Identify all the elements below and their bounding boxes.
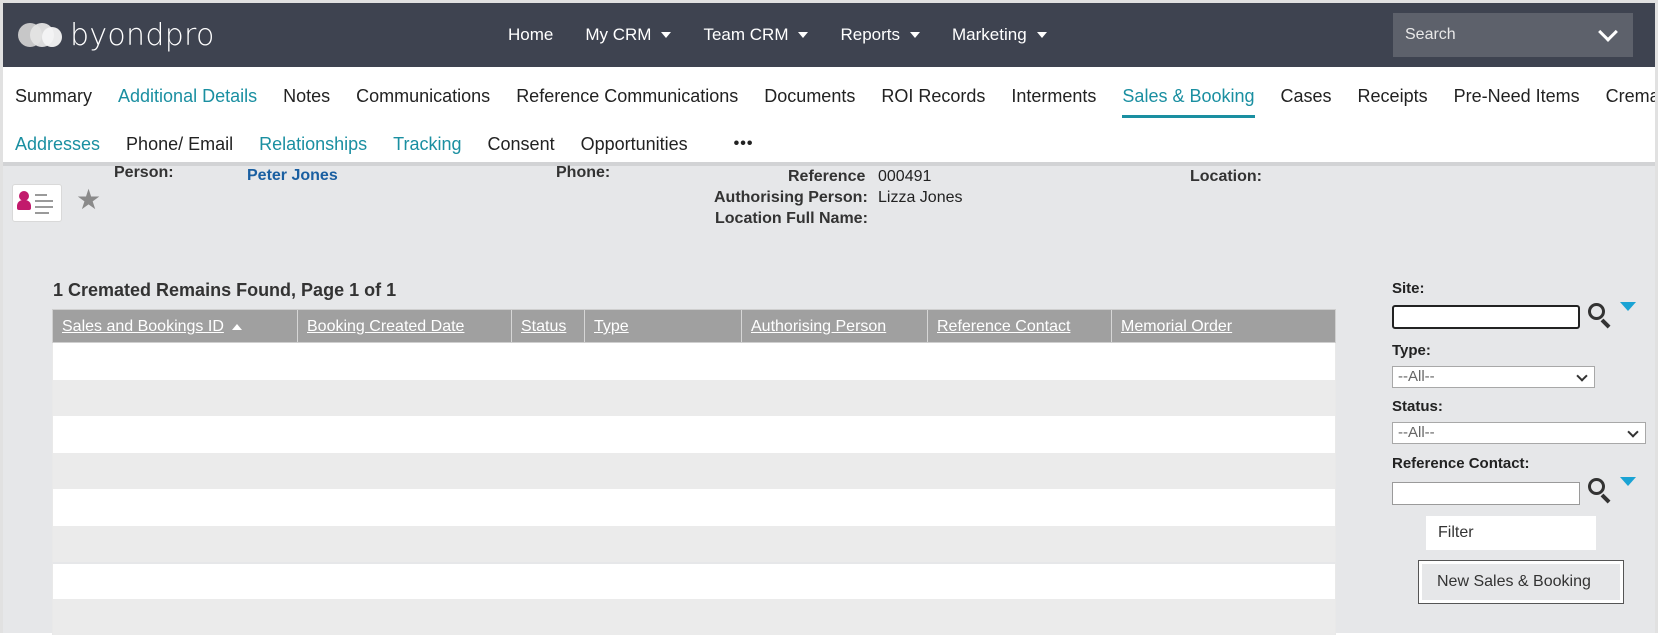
tab-roi-records[interactable]: ROI Records (881, 76, 985, 116)
col-status[interactable]: Status (512, 310, 585, 342)
table-row (52, 489, 1336, 526)
tab-summary[interactable]: Summary (15, 76, 92, 116)
table-row (52, 416, 1336, 453)
sort-ascending-icon (232, 324, 242, 330)
col-type[interactable]: Type (585, 310, 742, 342)
person-link[interactable]: Peter Jones (247, 167, 338, 185)
tab-cases[interactable]: Cases (1281, 76, 1332, 116)
tab-reference-communications[interactable]: Reference Communications (516, 76, 738, 116)
type-select[interactable]: --All-- (1392, 366, 1595, 388)
chevron-down-icon[interactable] (1598, 22, 1618, 42)
caret-down-icon (1037, 32, 1047, 38)
new-sales-booking-button[interactable]: New Sales & Booking (1418, 560, 1624, 604)
tab-communications[interactable]: Communications (356, 76, 490, 116)
table-row (52, 526, 1336, 563)
site-search-icon[interactable] (1588, 303, 1614, 329)
reference-contact-search-icon[interactable] (1588, 478, 1614, 504)
site-dropdown-icon[interactable] (1620, 302, 1636, 311)
person-label: Person: (114, 164, 174, 182)
main-nav: Home My CRM Team CRM Reports Marketing (508, 3, 1079, 67)
location-full-name-label: Location Full Name: (715, 210, 868, 228)
col-authorising-person[interactable]: Authorising Person (742, 310, 928, 342)
status-select-value: --All-- (1398, 424, 1435, 441)
caret-down-icon (798, 32, 808, 38)
tab-tracking[interactable]: Tracking (393, 124, 461, 164)
results-summary: 1 Cremated Remains Found, Page 1 of 1 (53, 280, 396, 301)
tab-cremated-remains[interactable]: Cremated Remains (1606, 76, 1655, 116)
filter-button[interactable]: Filter (1426, 516, 1596, 550)
tab-opportunities[interactable]: Opportunities (581, 124, 688, 164)
tab-additional-details[interactable]: Additional Details (118, 76, 257, 116)
col-sales-bookings-id[interactable]: Sales and Bookings ID (53, 310, 298, 342)
grid-header: Sales and Bookings ID Booking Created Da… (52, 309, 1336, 343)
tab-addresses[interactable]: Addresses (15, 124, 100, 164)
logo-text: byondpro (70, 18, 215, 53)
tab-phone-email[interactable]: Phone/ Email (126, 124, 233, 164)
table-row (52, 562, 1336, 599)
tab-sales-booking[interactable]: Sales & Booking (1122, 76, 1254, 116)
tab-documents[interactable]: Documents (764, 76, 855, 116)
table-row (52, 599, 1336, 635)
star-favourite-icon[interactable]: ★ (76, 186, 104, 214)
nav-home-label: Home (508, 25, 553, 45)
tab-pre-need-items[interactable]: Pre-Need Items (1454, 76, 1580, 116)
site-input[interactable] (1392, 305, 1580, 329)
table-row (52, 453, 1336, 490)
logo-mark-icon (18, 21, 66, 49)
reference-contact-dropdown-icon[interactable] (1620, 477, 1636, 486)
tab-row-1: Summary Additional Details Notes Communi… (15, 76, 1655, 116)
more-tabs-button[interactable]: ••• (734, 124, 754, 164)
nav-team-crm[interactable]: Team CRM (703, 25, 808, 45)
phone-label: Phone: (556, 164, 610, 182)
search-input[interactable] (1405, 26, 1595, 44)
table-row (52, 380, 1336, 417)
location-label: Location: (1190, 168, 1262, 186)
caret-down-icon (910, 32, 920, 38)
tab-receipts[interactable]: Receipts (1358, 76, 1428, 116)
chevron-down-icon (1576, 370, 1587, 381)
status-label: Status: (1392, 398, 1443, 415)
new-sales-booking-label: New Sales & Booking (1422, 564, 1620, 600)
nav-home[interactable]: Home (508, 25, 553, 45)
status-select[interactable]: --All-- (1392, 422, 1646, 444)
reference-value: 000491 (878, 168, 931, 186)
tab-row-2: Addresses Phone/ Email Relationships Tra… (15, 124, 779, 164)
type-select-value: --All-- (1398, 368, 1435, 385)
table-row (52, 343, 1336, 380)
nav-reports-label: Reports (840, 25, 900, 45)
authorising-person-value: Lizza Jones (878, 189, 963, 207)
content-divider (3, 162, 1655, 166)
nav-my-crm[interactable]: My CRM (585, 25, 671, 45)
nav-reports[interactable]: Reports (840, 25, 920, 45)
col-reference-contact[interactable]: Reference Contact (928, 310, 1112, 342)
tab-consent[interactable]: Consent (488, 124, 555, 164)
nav-marketing[interactable]: Marketing (952, 25, 1047, 45)
reference-contact-input[interactable] (1392, 482, 1580, 505)
reference-contact-label: Reference Contact: (1392, 455, 1530, 472)
contact-card-icon[interactable] (12, 184, 62, 222)
results-grid: Sales and Bookings ID Booking Created Da… (52, 309, 1336, 635)
record-tabs: Summary Additional Details Notes Communi… (3, 67, 1655, 167)
reference-label: Reference (788, 168, 865, 186)
byondpro-logo[interactable]: byondpro (18, 17, 215, 53)
top-header: byondpro Home My CRM Team CRM Reports Ma… (3, 3, 1655, 67)
nav-team-crm-label: Team CRM (703, 25, 788, 45)
authorising-person-label: Authorising Person: (714, 189, 868, 207)
tab-relationships[interactable]: Relationships (259, 124, 367, 164)
col-label: Sales and Bookings ID (62, 318, 224, 335)
nav-my-crm-label: My CRM (585, 25, 651, 45)
col-booking-created-date[interactable]: Booking Created Date (298, 310, 512, 342)
tab-notes[interactable]: Notes (283, 76, 330, 116)
col-memorial-order[interactable]: Memorial Order (1112, 310, 1266, 342)
chevron-down-icon (1627, 426, 1638, 437)
type-label: Type: (1392, 342, 1431, 359)
caret-down-icon (661, 32, 671, 38)
nav-marketing-label: Marketing (952, 25, 1027, 45)
global-search (1393, 13, 1633, 57)
tab-interments[interactable]: Interments (1011, 76, 1096, 116)
site-label: Site: (1392, 280, 1425, 297)
